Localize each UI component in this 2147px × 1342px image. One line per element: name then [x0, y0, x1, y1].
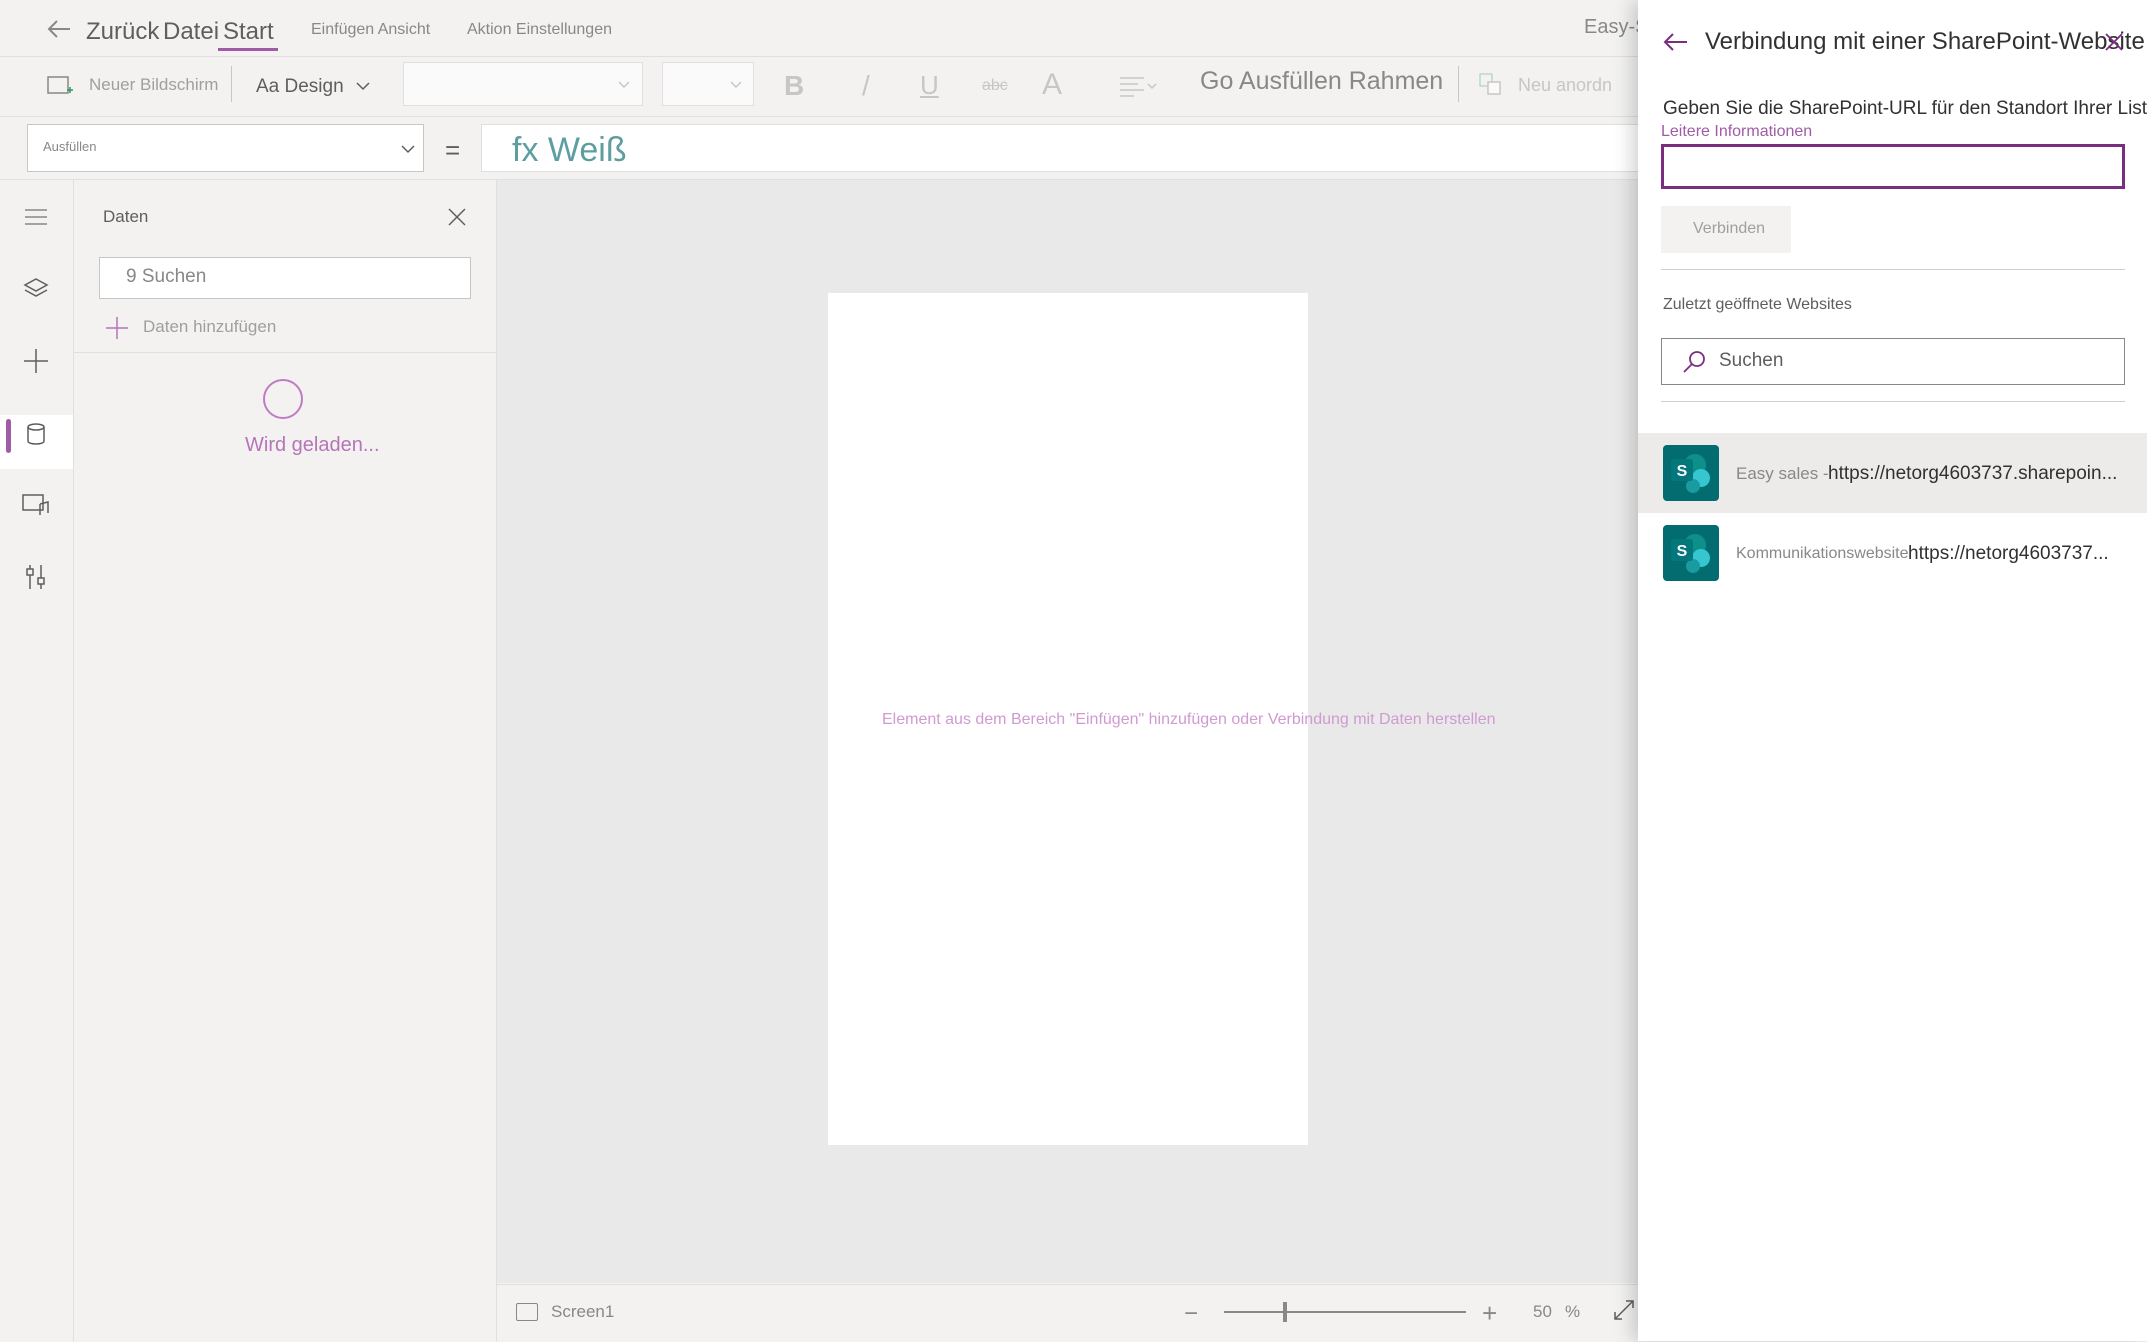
- svg-text:S: S: [1677, 463, 1688, 480]
- zoom-slider[interactable]: [1224, 1311, 1466, 1313]
- active-tab-indicator: [218, 48, 278, 51]
- loading-text: Wird geladen...: [245, 434, 380, 456]
- site-url: https://netorg4603737...: [1908, 543, 2109, 564]
- screen-selector[interactable]: Screen1: [551, 1302, 614, 1322]
- action-settings-menu-item[interactable]: Aktion Einstellungen: [467, 21, 612, 39]
- text-align-icon[interactable]: [1118, 74, 1158, 98]
- sharepoint-connection-panel: [1638, 0, 2147, 1341]
- ribbon-separator: [1458, 66, 1459, 102]
- fit-to-window-icon[interactable]: [1612, 1298, 1636, 1322]
- zoom-out-button[interactable]: −: [1184, 1300, 1198, 1328]
- screen-icon: [516, 1303, 538, 1321]
- divider: [1661, 269, 2125, 270]
- strikethrough-button[interactable]: abc: [982, 77, 1008, 95]
- formula-value[interactable]: fx Weiß: [512, 131, 627, 170]
- connect-button-label: Verbinden: [1693, 220, 1766, 237]
- status-bar: [497, 1284, 1640, 1342]
- url-instruction: Geben Sie die SharePoint-URL für den Sta…: [1663, 98, 2147, 119]
- equals-sign: =: [445, 135, 461, 165]
- plus-icon[interactable]: [104, 315, 130, 341]
- svg-text:S: S: [1677, 543, 1688, 560]
- insert-view-menu-item[interactable]: Einfügen Ansicht: [311, 21, 430, 39]
- panel-title: Verbindung mit einer SharePoint-Website: [1705, 28, 2145, 55]
- close-icon[interactable]: [2103, 31, 2125, 53]
- italic-button[interactable]: /: [862, 70, 870, 102]
- data-panel: [74, 180, 497, 1341]
- back-arrow-icon[interactable]: [1660, 27, 1690, 57]
- divider: [1661, 401, 2125, 402]
- fill-border-button[interactable]: Go Ausfüllen Rahmen: [1200, 67, 1443, 96]
- site-search-placeholder: Suchen: [1719, 350, 1784, 371]
- canvas-hint-text: Element aus dem Bereich "Einfügen" hinzu…: [882, 711, 1496, 728]
- zoom-slider-thumb[interactable]: [1283, 1302, 1287, 1322]
- recent-sites-label: Zuletzt geöffnete Websites: [1663, 296, 1852, 313]
- underline-button[interactable]: U: [920, 70, 939, 101]
- close-icon[interactable]: [444, 204, 470, 230]
- reorder-button[interactable]: Neu anordn: [1518, 75, 1612, 96]
- chevron-down-icon: [356, 82, 370, 91]
- panel-title: Daten: [103, 207, 149, 226]
- site-name: Kommunikationswebsite: [1736, 545, 1909, 562]
- zoom-unit: %: [1565, 1302, 1581, 1321]
- add-data-button[interactable]: Daten hinzufügen: [143, 317, 276, 337]
- property-value: Ausfüllen: [43, 139, 97, 154]
- data-search-placeholder: 9 Suchen: [126, 266, 207, 287]
- site-url: https://netorg4603737.sharepoin...: [1828, 463, 2118, 484]
- back-arrow-icon[interactable]: [44, 14, 74, 44]
- insert-plus-icon[interactable]: [20, 345, 52, 377]
- start-menu-item[interactable]: Start: [223, 18, 274, 46]
- more-info-link[interactable]: Leitere Informationen: [1661, 123, 1812, 141]
- zoom-value: 50: [1533, 1302, 1552, 1321]
- sharepoint-url-input[interactable]: [1661, 144, 2125, 189]
- hamburger-menu-icon[interactable]: [20, 201, 52, 233]
- advanced-tools-icon[interactable]: [20, 561, 52, 593]
- sharepoint-icon: S: [1663, 525, 1719, 581]
- file-menu-item[interactable]: Datei: [163, 18, 219, 46]
- search-icon: [1683, 351, 1705, 373]
- reorder-icon[interactable]: [1478, 72, 1504, 98]
- tree-view-icon[interactable]: [20, 273, 52, 305]
- site-name: Easy sales -: [1736, 464, 1829, 483]
- font-color-button[interactable]: A: [1042, 68, 1062, 102]
- rail-active-indicator: [6, 419, 11, 453]
- sharepoint-icon: S: [1663, 445, 1719, 501]
- chevron-down-icon: [401, 145, 415, 154]
- divider: [74, 352, 496, 353]
- design-button[interactable]: Aa Design: [256, 76, 344, 98]
- font-family-dropdown[interactable]: [403, 62, 643, 106]
- data-icon[interactable]: [20, 418, 52, 450]
- chevron-down-icon: [618, 81, 630, 89]
- zoom-in-button[interactable]: +: [1482, 1298, 1497, 1329]
- property-dropdown[interactable]: Ausfüllen: [27, 124, 424, 172]
- ribbon-separator: [231, 66, 232, 102]
- new-screen-button[interactable]: Neuer Bildschirm: [89, 75, 218, 95]
- media-icon[interactable]: [20, 489, 52, 521]
- back-menu-item[interactable]: Zurück: [86, 18, 159, 46]
- bold-button[interactable]: B: [784, 70, 804, 102]
- chevron-down-icon: [730, 81, 742, 89]
- new-screen-icon[interactable]: [46, 74, 74, 98]
- loading-spinner-icon: [263, 379, 303, 419]
- formula-input[interactable]: [481, 124, 1641, 172]
